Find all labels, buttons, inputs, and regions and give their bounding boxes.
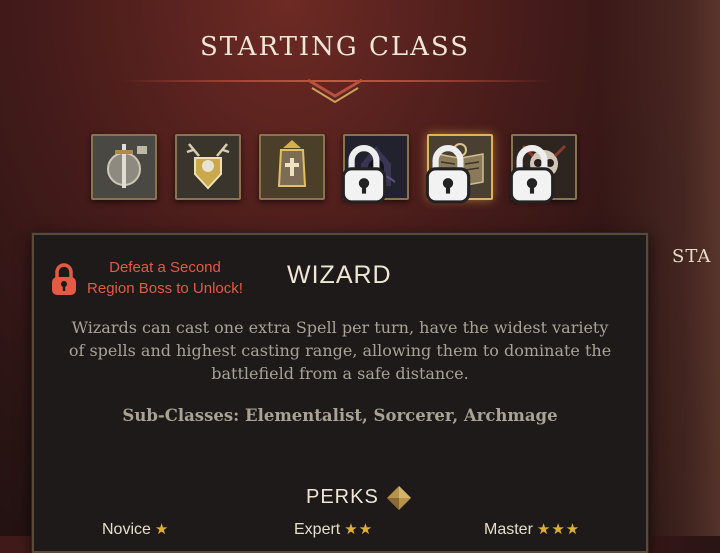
star-icon: ★★ — [344, 521, 374, 538]
star-icon: ★★★ — [536, 521, 581, 538]
padlock-red-icon — [52, 263, 76, 295]
tier-novice[interactable]: Novice ★ — [102, 520, 169, 539]
holy-tome-icon — [277, 140, 307, 187]
lock-icon — [425, 145, 471, 204]
description-line-1: Wizards can cast one extra Spell per tur… — [71, 318, 609, 337]
tier-master[interactable]: Master ★★★ — [484, 520, 580, 539]
chevron-down-icon — [307, 78, 363, 104]
tier-label: Expert — [294, 521, 341, 538]
star-icon: ★ — [154, 521, 170, 538]
class-icon-druid[interactable] — [175, 134, 241, 200]
sword-shield-icon — [107, 144, 147, 188]
perks-heading: PERKS — [306, 486, 379, 508]
class-icon-rogue[interactable] — [341, 134, 409, 204]
description-line-2: of spells and highest casting range, all… — [68, 341, 612, 360]
class-detail-panel: Defeat a Second Region Boss to Unlock! W… — [32, 233, 648, 553]
gem-icon — [387, 486, 411, 510]
class-icon-necromancer[interactable] — [509, 134, 577, 204]
class-icon-wizard[interactable] — [425, 134, 493, 204]
unlock-line-2: Region Boss to Unlock! — [87, 280, 243, 297]
tier-label: Novice — [102, 521, 151, 538]
lock-icon — [341, 145, 387, 204]
class-icon-warrior[interactable] — [91, 134, 157, 200]
tier-label: Master — [484, 521, 533, 538]
class-name: WIZARD — [287, 261, 392, 289]
tier-expert[interactable]: Expert ★★ — [294, 520, 373, 539]
antler-shield-icon — [186, 143, 230, 190]
unlock-line-1: Defeat a Second — [109, 259, 221, 276]
side-panel-label: STA — [672, 246, 712, 267]
subclasses-text: Sub-Classes: Elementalist, Sorcerer, Arc… — [122, 406, 558, 425]
page-title: STARTING CLASS — [199, 32, 471, 62]
unlock-requirement: Defeat a Second Region Boss to Unlock! — [80, 257, 250, 299]
class-icon-cleric[interactable] — [259, 134, 325, 200]
lock-icon — [509, 145, 555, 204]
class-description: Wizards can cast one extra Spell per tur… — [52, 316, 628, 385]
description-line-3: battlefield from a safe distance. — [211, 364, 469, 383]
